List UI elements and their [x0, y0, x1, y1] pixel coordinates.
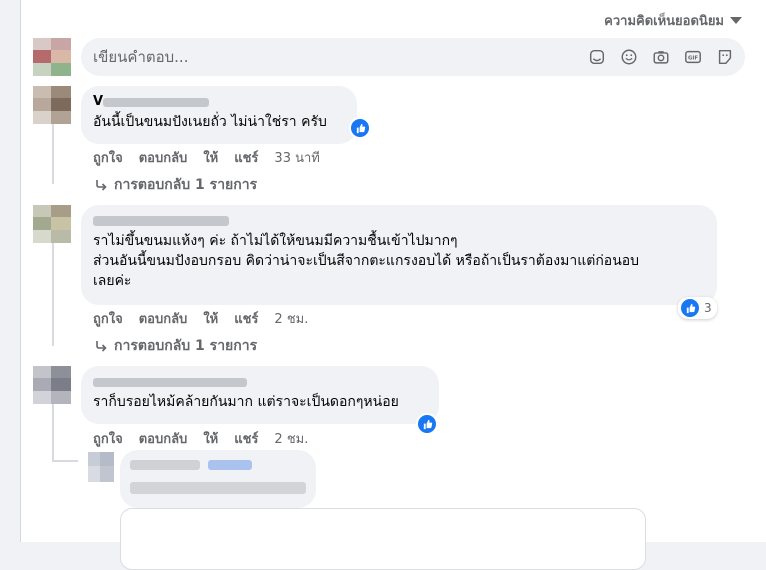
- like-reaction-icon[interactable]: [349, 117, 371, 139]
- view-replies-label: การตอบกลับ 1 รายการ: [114, 177, 258, 193]
- share-button[interactable]: แชร์: [234, 147, 258, 168]
- commenter-initial: V: [93, 94, 104, 109]
- reply-button[interactable]: ตอบกลับ: [139, 308, 188, 329]
- avatar[interactable]: [33, 86, 71, 124]
- give-button[interactable]: ให้: [203, 308, 218, 329]
- svg-text:GIF: GIF: [688, 56, 698, 62]
- share-button[interactable]: แชร์: [234, 428, 258, 449]
- avatar[interactable]: [33, 38, 71, 76]
- commenter-name[interactable]: [93, 374, 427, 390]
- sticker-icon[interactable]: [715, 47, 735, 67]
- avatar[interactable]: [88, 452, 114, 482]
- chevron-down-icon: [730, 17, 742, 24]
- timestamp[interactable]: 2 ชม.: [274, 308, 308, 329]
- like-button[interactable]: ถูกใจ: [93, 308, 123, 329]
- nested-reply-box: [120, 508, 646, 570]
- comment-actions: ถูกใจ ตอบกลับ ให้ แชร์ 2 ชม.: [93, 428, 308, 449]
- redacted-name: [93, 216, 229, 226]
- commenter-name[interactable]: V: [93, 94, 345, 110]
- view-replies-link[interactable]: การตอบกลับ 1 รายการ: [94, 335, 257, 357]
- thread-line: [52, 460, 78, 462]
- redacted-name: [103, 98, 209, 107]
- thread-line: [52, 400, 54, 460]
- redacted-name: [130, 460, 200, 470]
- redacted-text: [130, 482, 306, 494]
- reply-input[interactable]: เขียนคำตอบ...: [93, 45, 188, 69]
- sticker-alt-icon[interactable]: [587, 47, 607, 67]
- commenter-name[interactable]: [93, 213, 705, 229]
- reaction-count: 3: [704, 301, 712, 315]
- like-reaction-icon[interactable]: [416, 413, 438, 435]
- give-button[interactable]: ให้: [203, 147, 218, 168]
- camera-icon[interactable]: [651, 47, 671, 67]
- comment-text: อันนี้เป็นขนมปังเนยถั่ว ไม่น่าใช่รา ครับ: [93, 114, 327, 130]
- reply-button[interactable]: ตอบกลับ: [139, 147, 188, 168]
- comment-actions: ถูกใจ ตอบกลับ ให้ แชร์ 33 นาที: [93, 147, 320, 168]
- comment-text: ราก็บรอยไหม้คล้ายกันมาก แต่ราจะเป็นดอกๆห…: [93, 394, 399, 410]
- thread-line: [52, 240, 54, 346]
- comment-actions: ถูกใจ ตอบกลับ ให้ แชร์ 2 ชม.: [93, 308, 308, 329]
- share-button[interactable]: แชร์: [234, 308, 258, 329]
- thread-line: [52, 124, 54, 184]
- comment-bubble: ราไม่ขึ้นขนมแห้งๆ ค่ะ ถ้าไม่ได้ให้ขนมมีค…: [81, 205, 717, 305]
- view-replies-label: การตอบกลับ 1 รายการ: [114, 338, 258, 354]
- comment-bubble: ราก็บรอยไหม้คล้ายกันมาก แต่ราจะเป็นดอกๆห…: [81, 366, 439, 424]
- like-button[interactable]: ถูกใจ: [93, 428, 123, 449]
- redacted-name: [93, 378, 247, 387]
- comment-text: ราไม่ขึ้นขนมแห้งๆ ค่ะ ถ้าไม่ได้ให้ขนมมีค…: [93, 233, 640, 289]
- timestamp[interactable]: 2 ชม.: [274, 428, 308, 449]
- reply-bubble-redacted: [120, 450, 316, 508]
- reply-arrow-icon: [96, 341, 107, 352]
- sort-dropdown[interactable]: ความคิดเห็นยอดนิยม: [604, 10, 742, 31]
- reply-composer[interactable]: เขียนคำตอบ... GIF: [81, 38, 745, 76]
- view-replies-link[interactable]: การตอบกลับ 1 รายการ: [94, 174, 257, 196]
- timestamp[interactable]: 33 นาที: [274, 147, 319, 168]
- like-button[interactable]: ถูกใจ: [93, 147, 123, 168]
- comment-bubble: V อันนี้เป็นขนมปังเนยถั่ว ไม่น่าใช่รา คร…: [81, 86, 357, 144]
- reaction-count-chip[interactable]: 3: [678, 297, 717, 319]
- reply-button[interactable]: ตอบกลับ: [139, 428, 188, 449]
- redacted-tag: [208, 460, 252, 470]
- avatar[interactable]: [33, 205, 71, 243]
- give-button[interactable]: ให้: [203, 428, 218, 449]
- emoji-icon[interactable]: [619, 47, 639, 67]
- avatar[interactable]: [33, 366, 71, 404]
- like-reaction-icon: [680, 298, 700, 318]
- sort-label: ความคิดเห็นยอดนิยม: [604, 14, 724, 29]
- reply-arrow-icon: [96, 180, 107, 191]
- gif-icon[interactable]: GIF: [683, 47, 703, 67]
